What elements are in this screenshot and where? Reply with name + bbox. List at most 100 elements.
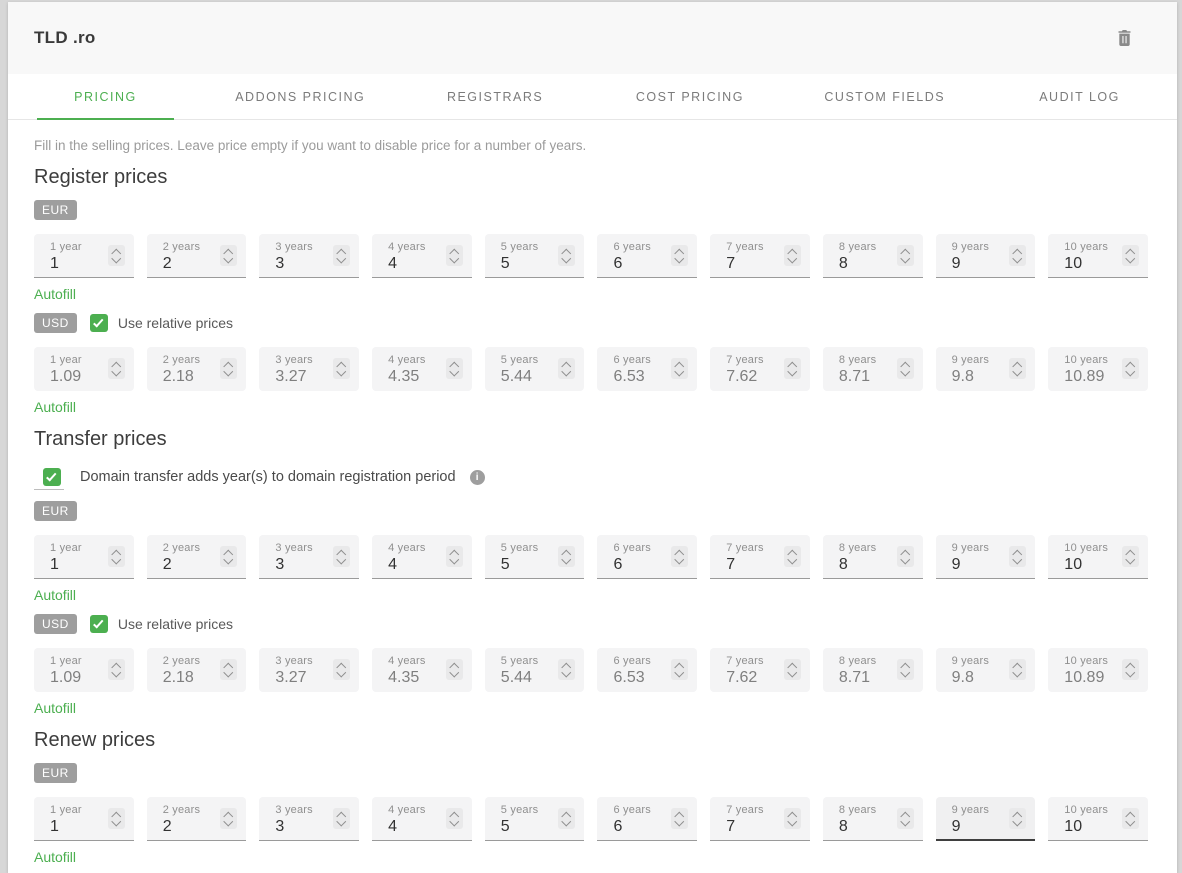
number-stepper-icon[interactable] [446,808,463,829]
number-stepper-icon[interactable] [784,659,801,680]
number-stepper-icon[interactable] [220,245,237,266]
price-input-2-years[interactable]: 2 years2 [147,234,247,278]
price-input-4-years[interactable]: 4 years4 [372,234,472,278]
price-input-8-years[interactable]: 8 years8 [823,234,923,278]
price-input-6-years[interactable]: 6 years6 [597,535,697,579]
price-input-7-years[interactable]: 7 years7.62 [710,648,810,692]
number-stepper-icon[interactable] [671,808,688,829]
number-stepper-icon[interactable] [897,546,914,567]
number-stepper-icon[interactable] [1009,659,1026,680]
number-stepper-icon[interactable] [446,546,463,567]
price-input-5-years[interactable]: 5 years5 [485,535,585,579]
price-input-1-year[interactable]: 1 year1.09 [34,347,134,391]
use-relative-prices-checkbox[interactable] [90,314,108,332]
price-input-3-years[interactable]: 3 years3 [259,535,359,579]
price-input-6-years[interactable]: 6 years6.53 [597,347,697,391]
price-input-2-years[interactable]: 2 years2.18 [147,648,247,692]
number-stepper-icon[interactable] [1122,546,1139,567]
autofill-link[interactable]: Autofill [34,399,76,415]
price-input-3-years[interactable]: 3 years3.27 [259,347,359,391]
tab-registrars[interactable]: REGISTRARS [398,74,593,119]
price-input-10-years[interactable]: 10 years10 [1048,797,1148,841]
number-stepper-icon[interactable] [220,808,237,829]
price-input-7-years[interactable]: 7 years7 [710,234,810,278]
price-input-4-years[interactable]: 4 years4 [372,535,472,579]
number-stepper-icon[interactable] [1122,358,1139,379]
price-input-9-years[interactable]: 9 years9.8 [936,648,1036,692]
price-input-3-years[interactable]: 3 years3 [259,234,359,278]
price-input-9-years[interactable]: 9 years9 [936,234,1036,278]
number-stepper-icon[interactable] [558,659,575,680]
tab-addons-pricing[interactable]: ADDONS PRICING [203,74,398,119]
price-input-6-years[interactable]: 6 years6 [597,234,697,278]
number-stepper-icon[interactable] [1122,808,1139,829]
autofill-link[interactable]: Autofill [34,849,76,865]
price-input-5-years[interactable]: 5 years5.44 [485,347,585,391]
number-stepper-icon[interactable] [558,245,575,266]
price-input-4-years[interactable]: 4 years4.35 [372,648,472,692]
price-input-2-years[interactable]: 2 years2.18 [147,347,247,391]
number-stepper-icon[interactable] [333,546,350,567]
price-input-9-years[interactable]: 9 years9 [936,535,1036,579]
number-stepper-icon[interactable] [897,358,914,379]
price-input-5-years[interactable]: 5 years5 [485,234,585,278]
number-stepper-icon[interactable] [333,808,350,829]
price-input-8-years[interactable]: 8 years8 [823,797,923,841]
price-input-6-years[interactable]: 6 years6 [597,797,697,841]
number-stepper-icon[interactable] [784,358,801,379]
number-stepper-icon[interactable] [897,659,914,680]
number-stepper-icon[interactable] [446,659,463,680]
number-stepper-icon[interactable] [897,245,914,266]
number-stepper-icon[interactable] [671,659,688,680]
number-stepper-icon[interactable] [671,245,688,266]
price-input-7-years[interactable]: 7 years7 [710,797,810,841]
price-input-10-years[interactable]: 10 years10 [1048,234,1148,278]
number-stepper-icon[interactable] [1009,245,1026,266]
number-stepper-icon[interactable] [220,546,237,567]
number-stepper-icon[interactable] [671,358,688,379]
number-stepper-icon[interactable] [333,358,350,379]
number-stepper-icon[interactable] [1122,659,1139,680]
number-stepper-icon[interactable] [784,808,801,829]
price-input-1-year[interactable]: 1 year1 [34,797,134,841]
tab-audit-log[interactable]: AUDIT LOG [982,74,1177,119]
price-input-3-years[interactable]: 3 years3 [259,797,359,841]
price-input-3-years[interactable]: 3 years3.27 [259,648,359,692]
number-stepper-icon[interactable] [558,358,575,379]
autofill-link[interactable]: Autofill [34,286,76,302]
price-input-9-years[interactable]: 9 years9 [936,797,1036,841]
number-stepper-icon[interactable] [671,546,688,567]
tab-cost-pricing[interactable]: COST PRICING [592,74,787,119]
price-input-10-years[interactable]: 10 years10 [1048,535,1148,579]
price-input-2-years[interactable]: 2 years2 [147,535,247,579]
number-stepper-icon[interactable] [108,245,125,266]
autofill-link[interactable]: Autofill [34,700,76,716]
number-stepper-icon[interactable] [108,808,125,829]
number-stepper-icon[interactable] [784,546,801,567]
number-stepper-icon[interactable] [108,546,125,567]
price-input-1-year[interactable]: 1 year1 [34,535,134,579]
price-input-5-years[interactable]: 5 years5.44 [485,648,585,692]
number-stepper-icon[interactable] [220,659,237,680]
number-stepper-icon[interactable] [1009,546,1026,567]
info-icon[interactable]: i [470,470,485,485]
number-stepper-icon[interactable] [784,245,801,266]
number-stepper-icon[interactable] [333,659,350,680]
number-stepper-icon[interactable] [333,245,350,266]
number-stepper-icon[interactable] [1009,358,1026,379]
transfer-adds-years-checkbox[interactable] [43,468,61,486]
price-input-7-years[interactable]: 7 years7 [710,535,810,579]
tab-custom-fields[interactable]: CUSTOM FIELDS [787,74,982,119]
price-input-8-years[interactable]: 8 years8.71 [823,347,923,391]
use-relative-prices-checkbox[interactable] [90,615,108,633]
autofill-link[interactable]: Autofill [34,587,76,603]
price-input-2-years[interactable]: 2 years2 [147,797,247,841]
price-input-1-year[interactable]: 1 year1 [34,234,134,278]
number-stepper-icon[interactable] [558,546,575,567]
number-stepper-icon[interactable] [1009,808,1026,829]
number-stepper-icon[interactable] [446,358,463,379]
price-input-1-year[interactable]: 1 year1.09 [34,648,134,692]
price-input-10-years[interactable]: 10 years10.89 [1048,347,1148,391]
number-stepper-icon[interactable] [1122,245,1139,266]
price-input-9-years[interactable]: 9 years9.8 [936,347,1036,391]
